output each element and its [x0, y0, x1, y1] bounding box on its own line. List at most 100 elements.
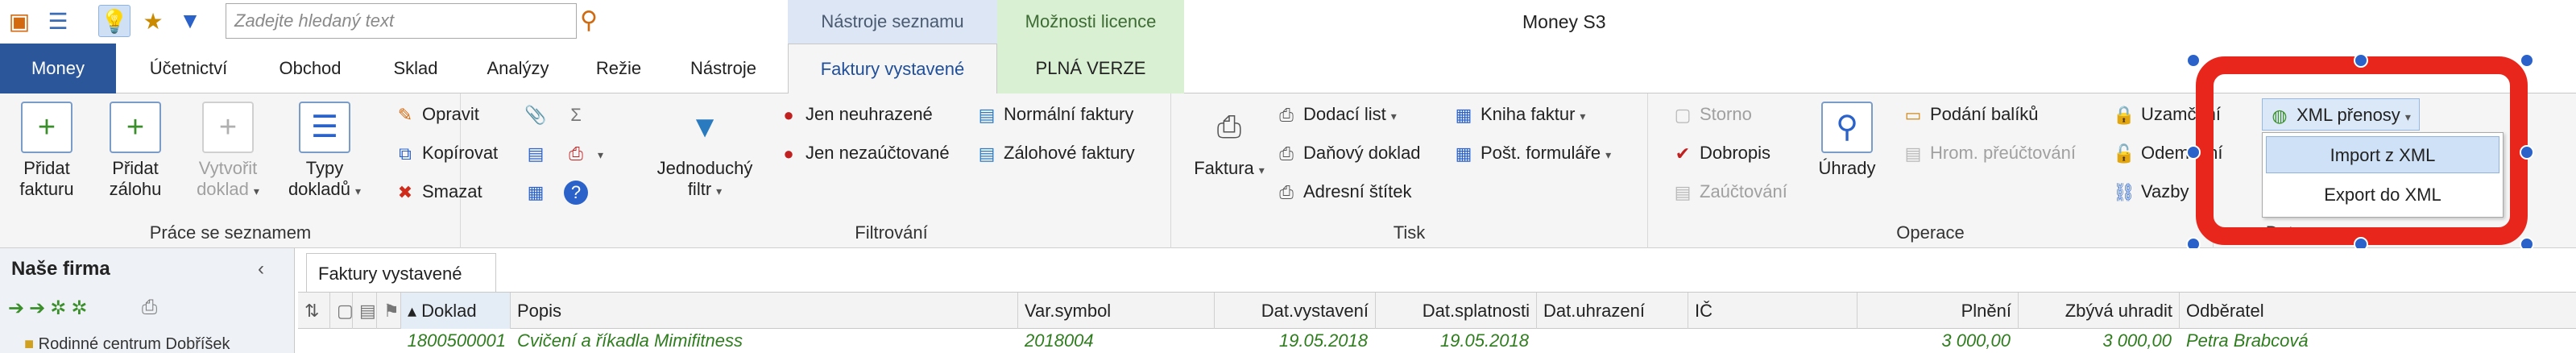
- delete-button[interactable]: ✖ Smazat: [393, 176, 482, 208]
- tab-nastroje[interactable]: Nástroje: [675, 44, 772, 93]
- column-var-symbol[interactable]: Var.symbol: [1018, 293, 1215, 330]
- ribbon-panel: + Přidat fakturu + Přidat zálohu + Vytvo…: [0, 93, 2576, 248]
- column-doklad[interactable]: ▴ Doklad: [401, 293, 511, 330]
- group-label-filtrovani: Filtrování: [855, 222, 928, 243]
- tab-ucetnictvi[interactable]: Účetnictví: [135, 44, 242, 93]
- tab-sklad[interactable]: Sklad: [377, 44, 454, 93]
- attachment-button[interactable]: 📎: [524, 98, 553, 131]
- panel-toolbar-icons[interactable]: ➔➔✲✲: [8, 297, 92, 320]
- package-icon: ▭: [1904, 105, 1922, 126]
- help-button[interactable]: ?: [564, 176, 593, 208]
- postal-forms-button[interactable]: ▦ Pošt. formuláře ▾: [1452, 137, 1612, 169]
- selection-handle: [2186, 145, 2201, 160]
- tree-item[interactable]: ■ Rodinné centrum Dobříšek: [24, 335, 290, 353]
- payments-icon: ⚲: [1821, 102, 1873, 153]
- group-label-prace: Práce se seznamem: [149, 222, 312, 243]
- column-plneni[interactable]: Plnění: [1857, 293, 2019, 330]
- search-input[interactable]: Zadejte hledaný text: [226, 3, 577, 39]
- document-tab[interactable]: Faktury vystavené: [306, 253, 496, 293]
- posting-button[interactable]: ▤ Zaúčtování: [1671, 176, 1787, 208]
- highlight-annotation: [2196, 56, 2528, 245]
- pdf-button[interactable]: ⎙ ▾: [564, 137, 603, 169]
- tab-money[interactable]: Money: [0, 44, 116, 93]
- tab-rezie[interactable]: Režie: [582, 44, 656, 93]
- create-document-button[interactable]: + Vytvořit doklad ▾: [184, 102, 272, 201]
- filter-icon[interactable]: ▼: [174, 5, 206, 37]
- pdf-icon: ⎙: [569, 143, 583, 164]
- document-types-button[interactable]: ☰ Typy dokladů ▾: [280, 102, 369, 201]
- advance-invoices-button[interactable]: ▤ Zálohové faktury: [975, 137, 1135, 169]
- credit-note-button[interactable]: ✔ Dobropis: [1671, 137, 1770, 169]
- sum-icon: Σ: [570, 105, 582, 126]
- favorites-icon[interactable]: ★: [137, 5, 169, 37]
- tab-obchod[interactable]: Obchod: [266, 44, 354, 93]
- links-icon: ⛓: [2113, 182, 2135, 203]
- column-ic[interactable]: IČ: [1688, 293, 1857, 330]
- printer-icon: ⎙: [1279, 105, 1294, 126]
- column-popis[interactable]: Popis: [511, 293, 1018, 330]
- app-title: Money S3: [1522, 11, 1606, 32]
- list-menu-icon[interactable]: ☰: [42, 5, 74, 37]
- column-odberatel[interactable]: Odběratel: [2180, 293, 2576, 330]
- tab-analyzy[interactable]: Analýzy: [474, 44, 562, 93]
- only-unposted-button[interactable]: ● Jen nezaúčtované: [777, 137, 949, 169]
- column-zbyva-uhradit[interactable]: Zbývá uhradit: [2019, 293, 2180, 330]
- column-dat-vystaveni[interactable]: Dat.vystavení: [1215, 293, 1376, 330]
- export-button[interactable]: ▤: [524, 137, 553, 169]
- create-document-label-1: Vytvořit: [198, 158, 258, 178]
- print-icon[interactable]: ⎙: [142, 297, 157, 319]
- create-document-icon: +: [202, 102, 254, 153]
- bulk-reposting-button[interactable]: ▤ Hrom. přeúčtování: [1901, 137, 2076, 169]
- postal-icon: ▦: [1455, 143, 1472, 164]
- invoice-icon: ▤: [978, 105, 996, 126]
- edit-button[interactable]: ✎ Opravit: [393, 98, 479, 131]
- add-advance-button[interactable]: + Přidat zálohu: [95, 102, 176, 200]
- sum-button[interactable]: Σ: [564, 98, 593, 131]
- address-label-button[interactable]: ⎙ Adresní štítek: [1274, 176, 1411, 208]
- add-invoice-button[interactable]: + Přidat fakturu: [6, 102, 87, 200]
- quick-access-toolbar: ▣ ☰ 💡 ★ ▼ Zadejte hledaný text ⚲ Nástroj…: [0, 0, 2576, 44]
- delivery-note-button[interactable]: ⎙ Dodací list ▾: [1274, 98, 1397, 131]
- posting-icon: ▤: [1674, 182, 1692, 203]
- cell-var-symbol: 2018004: [1025, 330, 1094, 351]
- copy-button[interactable]: ⧉ Kopírovat: [393, 137, 498, 169]
- context-header-list-tools: Nástroje seznamu: [788, 0, 997, 44]
- chevron-down-icon: ▾: [355, 185, 362, 197]
- grid-header: ⇅ ▢ ▤ ⚑ ▴ Doklad Popis Var.symbol Dat.vy…: [298, 292, 2576, 330]
- column-doklad-label: Doklad: [421, 301, 477, 321]
- invoice-print-button[interactable]: ⎙ Faktura ▾: [1191, 102, 1268, 181]
- payments-button[interactable]: ⚲ Úhrady: [1811, 102, 1883, 179]
- bulk-reposting-icon: ▤: [1904, 143, 1922, 164]
- storno-button[interactable]: ▢ Storno: [1671, 98, 1752, 131]
- normal-invoices-button[interactable]: ▤ Normální faktury: [975, 98, 1134, 131]
- flag-column-icon: ⚑: [377, 293, 401, 330]
- lightbulb-icon[interactable]: 💡: [98, 5, 130, 37]
- column-dat-uhrazeni[interactable]: Dat.uhrazení: [1537, 293, 1688, 330]
- invoice-book-button[interactable]: ▦ Kniha faktur ▾: [1452, 98, 1586, 131]
- links-button[interactable]: ⛓ Vazby: [2112, 176, 2189, 208]
- tax-document-button[interactable]: ⎙ Daňový doklad: [1274, 137, 1420, 169]
- document-types-label-2: dokladů: [288, 179, 351, 199]
- printer-icon: ⎙: [1279, 182, 1294, 203]
- copy-icon: ⧉: [399, 143, 412, 164]
- cell-popis: Cvičení a říkadla Mimifitness: [517, 330, 743, 351]
- cell-zbyva-uhradit: 3 000,00: [2102, 330, 2172, 351]
- only-unpaid-button[interactable]: ● Jen neuhrazené: [777, 98, 932, 131]
- column-dat-splatnosti[interactable]: Dat.splatnosti: [1376, 293, 1537, 330]
- tab-faktury-vystavene[interactable]: Faktury vystavené: [788, 44, 997, 93]
- search-icon[interactable]: ⚲: [580, 5, 609, 37]
- collapse-panel-icon[interactable]: ‹: [258, 258, 264, 280]
- parcel-submission-button[interactable]: ▭ Podání balíků: [1901, 98, 2039, 131]
- delete-icon: ✖: [397, 182, 413, 203]
- delete-label: Smazat: [422, 181, 482, 201]
- simple-filter-button[interactable]: ▼ Jednoduchý filtr ▾: [644, 102, 765, 201]
- tree-item-label: Rodinné centrum Dobříšek: [38, 335, 230, 353]
- group-filtrovani: ▼ Jednoduchý filtr ▾ ● Jen neuhrazené ● Jen…: [612, 93, 1171, 248]
- tab-plna-verze[interactable]: PLNÁ VERZE: [997, 44, 1184, 93]
- print-list-button[interactable]: ▦: [524, 176, 553, 208]
- unposted-icon: ●: [783, 143, 794, 164]
- app-menu-icon[interactable]: ▣: [3, 5, 35, 37]
- selection-handle: [2520, 53, 2534, 68]
- table-row[interactable]: 1800500001 Cvičení a říkadla Mimifitness…: [298, 329, 2576, 353]
- sort-icon[interactable]: ⇅: [298, 293, 330, 330]
